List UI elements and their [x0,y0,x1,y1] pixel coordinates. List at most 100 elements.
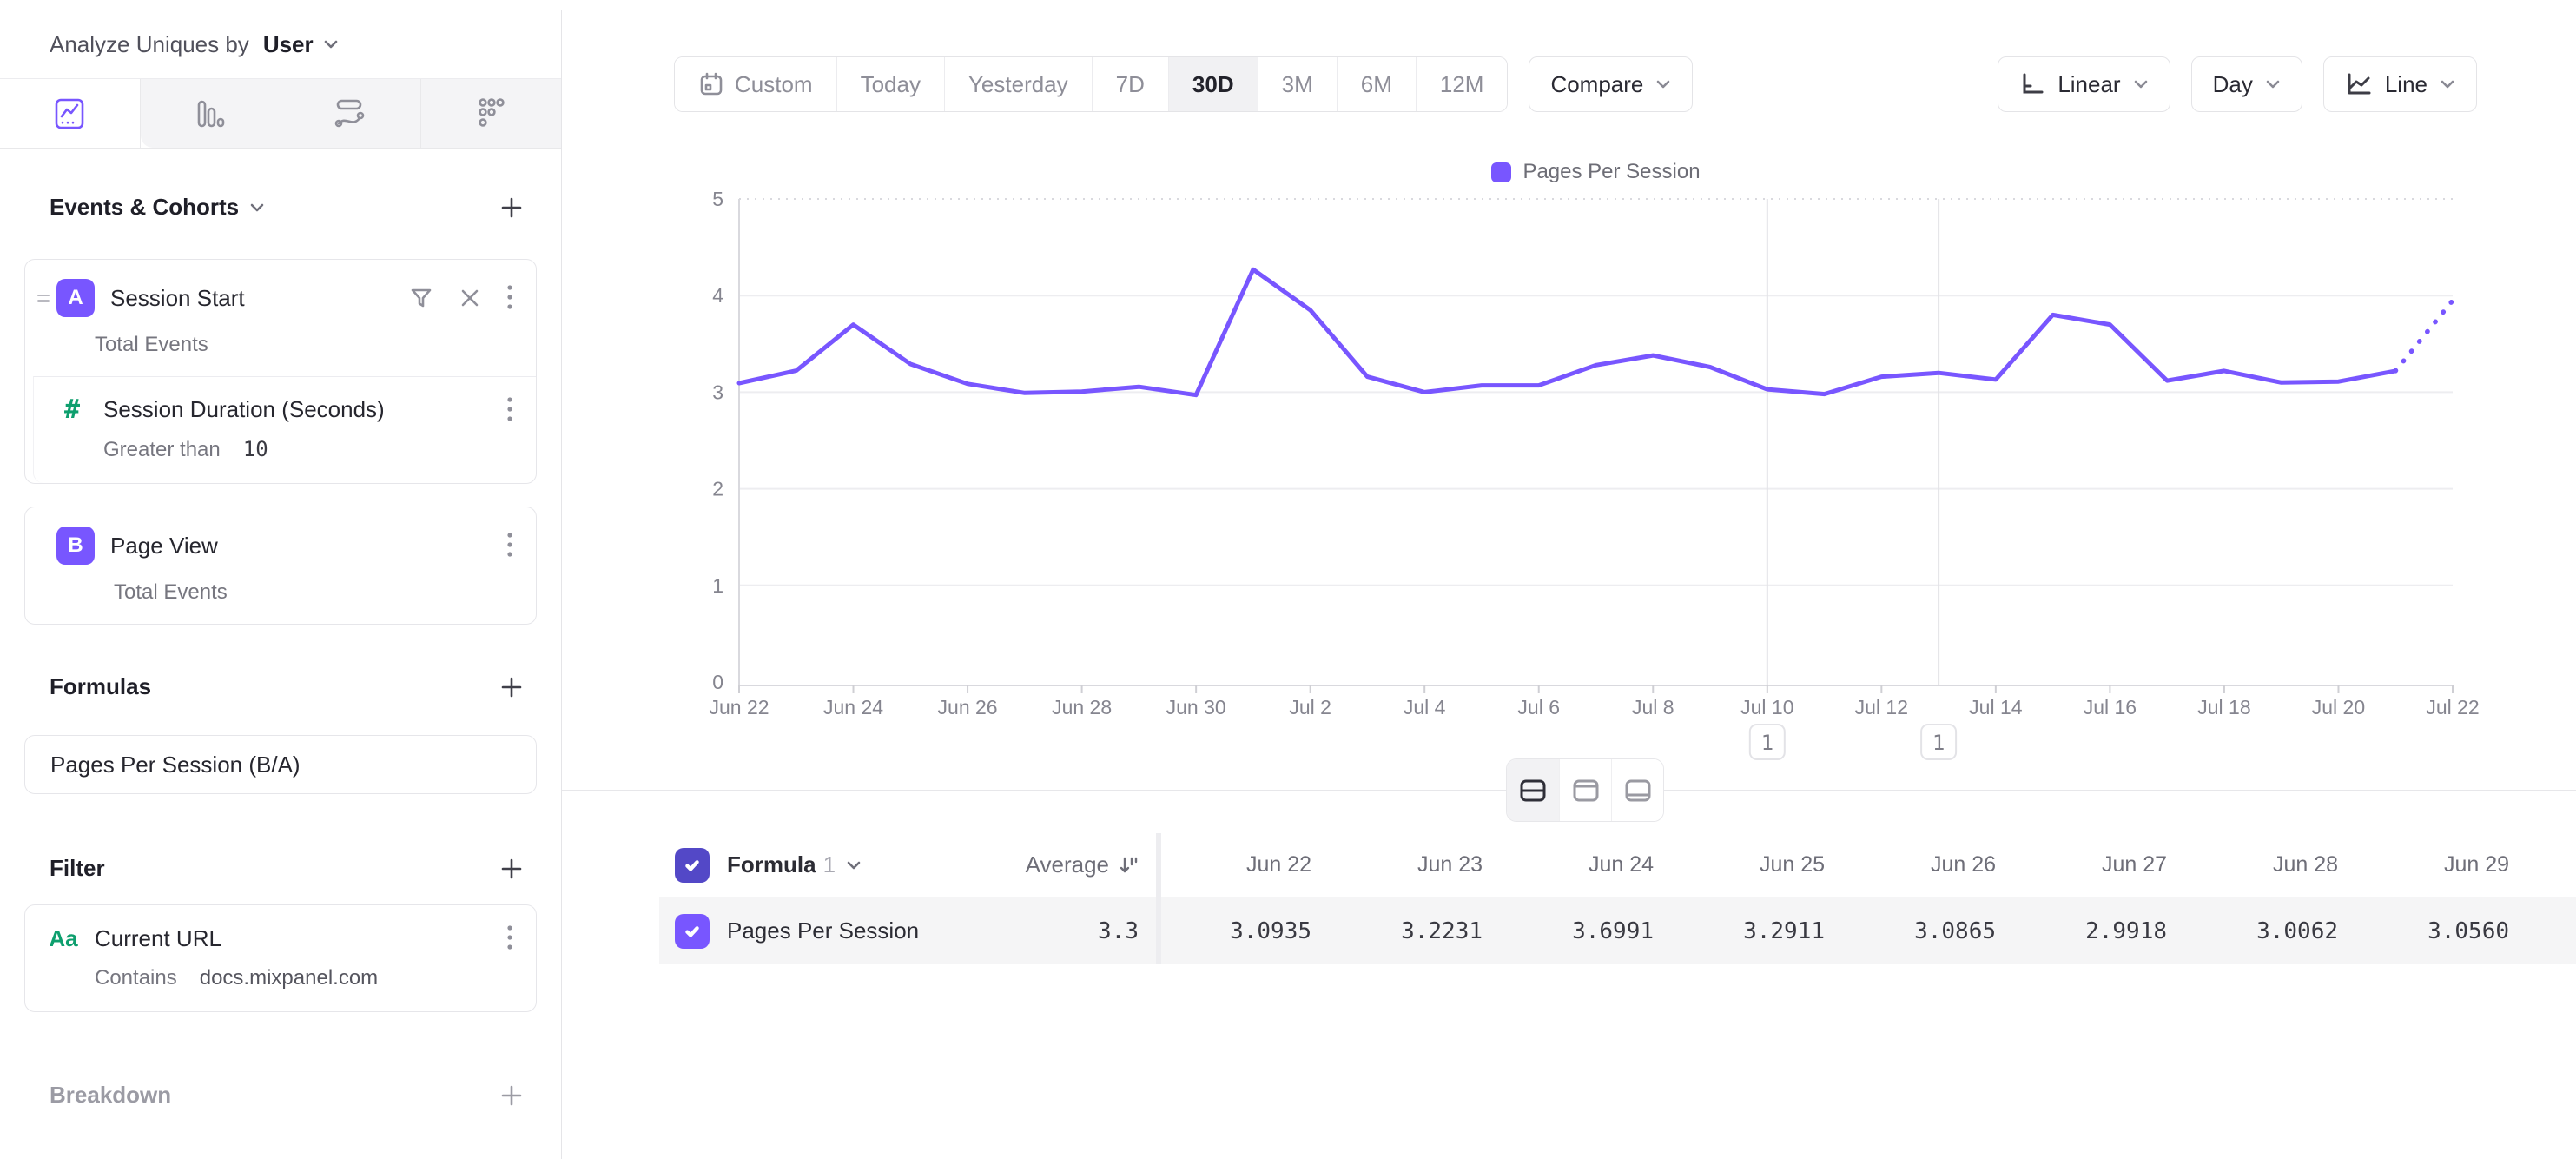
query-builder-sidebar: Analyze Uniques by User [0,10,562,1159]
row-label[interactable]: Pages Per Session [727,917,919,944]
row-date-value: 3.0062 [2188,897,2359,964]
formula-card[interactable]: Pages Per Session (B/A) [24,735,537,794]
view-toggle-group [1506,758,1664,822]
date-column-header: Jun 29 [2359,833,2530,897]
average-column-header[interactable]: Average [972,833,1156,897]
svg-text:Jul 12: Jul 12 [1855,696,1908,719]
property-operator[interactable]: Greater than [103,438,221,462]
event-title[interactable]: Page View [110,533,506,560]
results-table: Formula 1 Average Jun 22Jun 23Jun 24Jun … [659,833,2576,964]
add-breakdown-button[interactable] [499,1083,525,1109]
svg-text:Jul 20: Jul 20 [2312,696,2365,719]
analyze-uniques-control[interactable]: Analyze Uniques by User [0,10,561,79]
tab-flow-chart[interactable] [281,79,421,148]
drag-handle-icon[interactable] [37,291,53,306]
sort-descending-icon [1118,855,1139,876]
add-filter-button[interactable] [499,856,525,882]
filter-value[interactable]: docs.mixpanel.com [200,966,378,990]
row-date-value: 2.9918 [2017,897,2188,964]
svg-text:4: 4 [712,284,723,307]
svg-text:Jun 28: Jun 28 [1052,696,1112,719]
event-aggregation[interactable]: Total Events [25,324,536,376]
row-date-value: 3.0865 [1846,897,2017,964]
tab-insights-line-chart[interactable] [0,79,141,148]
svg-text:3: 3 [712,381,723,403]
series-line-projected [2395,301,2453,371]
close-icon[interactable] [459,288,480,308]
series-line[interactable] [739,269,2395,395]
chevron-down-icon [322,38,340,50]
kebab-menu-icon[interactable] [506,396,513,424]
chart-type-tabbar [0,79,561,149]
svg-text:Jul 18: Jul 18 [2197,696,2250,719]
svg-text:2: 2 [712,478,723,500]
kebab-menu-icon[interactable] [506,924,513,952]
property-value[interactable]: 10 [243,437,268,461]
chart-only-view-button[interactable] [1559,759,1611,821]
chevron-down-icon [249,202,265,213]
svg-text:Jul 10: Jul 10 [1740,696,1793,719]
insights-report-page: Analyze Uniques by User [0,0,2576,1159]
chart-only-view-icon [1572,778,1600,803]
date-column-header: Jun 23 [1332,833,1503,897]
tab-bar-chart[interactable] [141,79,281,148]
add-event-button[interactable] [499,195,525,221]
event-aggregation[interactable]: Total Events [25,572,536,624]
string-property-icon: Aa [44,925,83,952]
date-column-header: Jun 25 [1674,833,1846,897]
split-view-icon [1519,778,1547,803]
property-title[interactable]: Session Duration (Seconds) [103,396,506,423]
events-cohorts-header: Events & Cohorts [24,194,537,221]
formula-column-header[interactable]: Formula 1 [727,851,862,878]
breakdown-header: Breakdown [24,1082,537,1109]
bar-chart-icon [195,98,225,129]
table-body: Pages Per Session3.33.09353.22313.69913.… [659,897,2576,964]
svg-text:Jul 14: Jul 14 [1969,696,2023,719]
events-cohorts-title[interactable]: Events & Cohorts [50,194,265,221]
event-letter-badge: B [56,527,95,565]
select-all-checkbox[interactable] [675,848,710,883]
row-date-value: 3.0935 [1161,897,1332,964]
row-date-value: 3.2231 [1332,897,1503,964]
event-letter-badge: A [56,279,95,317]
property-filter-card: # Session Duration (Seconds) Greater tha… [33,376,536,483]
filter-operator[interactable]: Contains [95,966,177,990]
numeric-property-icon: # [53,394,91,425]
row-average-value: 3.3 [972,897,1156,964]
svg-text:1: 1 [712,574,723,597]
line-chart-icon [54,97,85,130]
filter-icon[interactable] [409,286,433,310]
svg-text:Jul 4: Jul 4 [1404,696,1446,719]
row-date-value: 3.0560 [2359,897,2530,964]
svg-text:Jul 2: Jul 2 [1289,696,1331,719]
breakdown-title: Breakdown [50,1082,171,1109]
add-formula-button[interactable] [499,674,525,700]
date-column-header: Jun 27 [2017,833,2188,897]
tab-retention-dots[interactable] [420,79,561,148]
table-only-view-button[interactable] [1611,759,1663,821]
svg-text:5: 5 [712,188,723,210]
flow-chart-icon [334,98,367,129]
formulas-header: Formulas [24,673,537,700]
split-view-button[interactable] [1507,759,1559,821]
report-main-area: CustomTodayYesterday7D30D3M6M12M Compare… [562,10,2576,1159]
date-column-header: Jun 26 [1846,833,2017,897]
svg-text:Jul 8: Jul 8 [1632,696,1674,719]
table-only-view-icon [1624,778,1652,803]
filter-property-title[interactable]: Current URL [95,925,506,952]
date-column-header: Jun 28 [2188,833,2359,897]
row-checkbox[interactable] [675,914,710,949]
table-row: Pages Per Session3.33.09353.22313.69913.… [659,897,2576,964]
event-card-page-view: B Page View Total Events [24,507,537,625]
analyze-label: Analyze Uniques by [50,31,249,58]
svg-text:1: 1 [1761,731,1773,755]
row-date-value: 3.2911 [1674,897,1846,964]
kebab-menu-icon[interactable] [506,284,513,312]
analyze-value[interactable]: User [263,31,314,58]
chevron-down-icon [846,860,862,871]
kebab-menu-icon[interactable] [506,532,513,560]
formulas-title: Formulas [50,673,151,700]
svg-text:Jun 30: Jun 30 [1166,696,1226,719]
event-title[interactable]: Session Start [110,285,409,312]
svg-text:0: 0 [712,671,723,693]
